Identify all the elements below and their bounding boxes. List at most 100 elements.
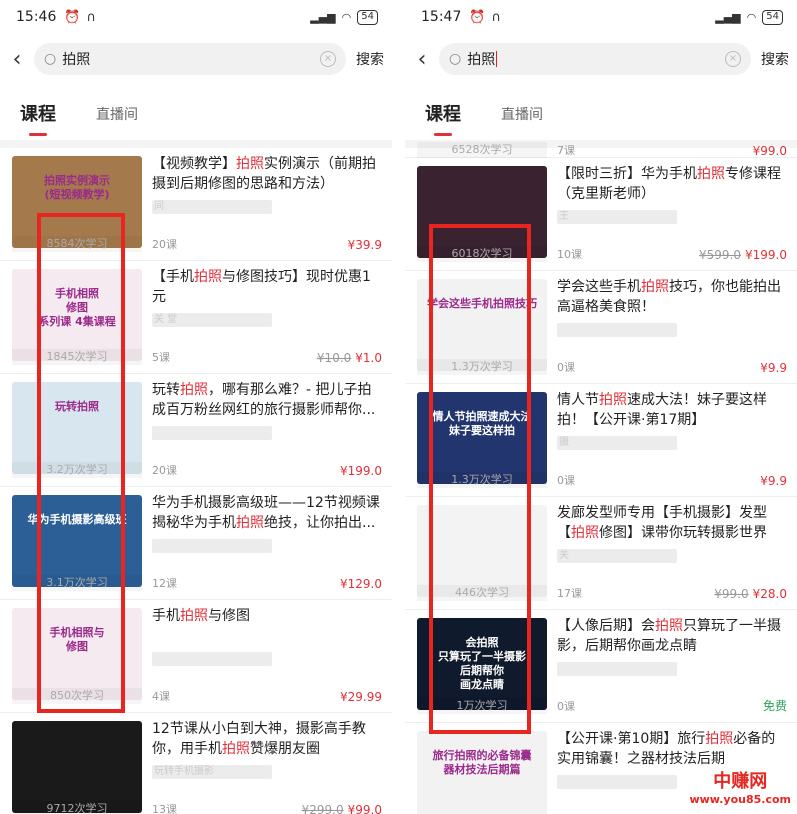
price-group: ¥199.0 <box>340 464 382 478</box>
title-text: 赞爆朋友圈 <box>250 741 320 757</box>
title-highlight: 拍照 <box>222 741 250 757</box>
price: ¥199.0 <box>340 464 382 478</box>
original-price: ¥99.0 <box>714 587 749 601</box>
title-highlight: 拍照 <box>236 156 264 172</box>
author-name-blurred <box>152 539 272 553</box>
title-text: 【手机 <box>152 269 194 285</box>
battery-indicator: 54 <box>357 9 378 25</box>
price-group: ¥299.0 ¥99.0 <box>302 803 382 814</box>
search-button[interactable]: 搜索 <box>356 49 384 69</box>
title-highlight: 拍照 <box>655 618 683 634</box>
lesson-count: 4课 <box>152 690 170 703</box>
course-title: 学会这些手机拍照技巧，你也能拍出高逼格美食照！ <box>557 277 787 317</box>
back-arrow-icon[interactable]: ‹ <box>6 47 28 72</box>
alarm-icon: ⏰ <box>64 9 81 25</box>
title-highlight: 拍照 <box>180 608 208 624</box>
course-title: 【手机拍照与修图技巧】现时优惠1元 <box>152 267 382 307</box>
lesson-count: 13课 <box>152 803 177 814</box>
lesson-count: 0课 <box>557 700 575 713</box>
search-icon: ○ <box>44 51 57 67</box>
course-item[interactable]: 9712次学习 12节课从小白到大神，摄影高手教你，用手机拍照赞爆朋友圈 玩转手机摄… <box>0 713 392 814</box>
author-name-blurred <box>152 426 272 440</box>
clear-icon[interactable]: × <box>725 51 741 67</box>
lesson-count: 0课 <box>557 361 575 374</box>
price: ¥39.9 <box>347 238 382 252</box>
highlight-rectangle <box>37 213 125 713</box>
course-title: 【限时三折】华为手机拍照专修课程（克里斯老师） <box>557 164 787 204</box>
course-thumbnail <box>12 721 142 813</box>
price-group: ¥599.0 ¥199.0 <box>699 248 787 262</box>
original-price: ¥10.0 <box>316 351 352 365</box>
status-bar: 15:47 ⏰ ∩ ▂▄▆ ◠ 54 <box>405 0 797 34</box>
search-bar: ‹ ○ 拍照 × 搜索 <box>405 34 797 84</box>
back-arrow-icon[interactable]: ‹ <box>411 47 433 72</box>
author-name-blurred <box>557 323 677 337</box>
title-highlight: 拍照 <box>599 392 627 408</box>
price: ¥99.0 <box>347 803 382 814</box>
wifi-icon: ◠ <box>341 10 352 24</box>
lesson-count: 20课 <box>152 238 177 251</box>
course-title: 手机拍照与修图 <box>152 606 382 626</box>
search-button[interactable]: 搜索 <box>761 49 789 69</box>
highlight-rectangle <box>429 224 531 734</box>
course-title: 【人像后期】会拍照只算玩了一半摄影，后期帮你画龙点睛 <box>557 616 787 656</box>
tab-live-rooms[interactable]: 直播间 <box>96 104 138 140</box>
title-text: 【公开课·第10期】旅行 <box>557 731 706 747</box>
price-group: 免费 <box>763 697 787 714</box>
title-text: 手机 <box>152 608 180 624</box>
search-input[interactable]: ○ 拍照 × <box>34 43 346 75</box>
price-group: ¥29.99 <box>340 690 382 704</box>
tab-courses[interactable]: 课程 <box>20 100 56 140</box>
author-name: 关 堂 <box>152 313 272 327</box>
search-query: 拍照 <box>62 52 91 68</box>
text-cursor <box>496 51 498 67</box>
course-title: 玩转拍照，哪有那么难？- 把儿子拍成百万粉丝网红的旅行摄影师帮你... <box>152 380 382 420</box>
title-text: 情人节 <box>557 392 599 408</box>
price: ¥9.9 <box>760 361 787 375</box>
headset-icon: ∩ <box>86 9 97 25</box>
lesson-count: 10课 <box>557 248 582 261</box>
author-name: 间 <box>152 200 272 214</box>
course-title: 华为手机摄影高级班——12节视频课揭秘华为手机拍照绝技，让你拍出... <box>152 493 382 533</box>
price-group: ¥10.0 ¥1.0 <box>317 351 382 365</box>
title-text: 学会这些手机 <box>557 279 641 295</box>
author-name: 摄 <box>557 436 677 450</box>
author-name: 玩转手机摄影 <box>152 765 272 779</box>
lesson-count: 0课 <box>557 474 575 487</box>
author-name: 王 <box>557 210 677 224</box>
title-highlight: 拍照 <box>180 382 208 398</box>
list-item-partial[interactable]: 6528次学习 7课 ¥99.0 <box>405 142 797 158</box>
title-text: 绝技，让你拍出... <box>264 515 376 531</box>
price-group: ¥39.9 <box>348 238 382 252</box>
tab-live-rooms[interactable]: 直播间 <box>501 104 543 140</box>
original-price: ¥299.0 <box>301 803 344 814</box>
price: ¥28.0 <box>752 587 787 601</box>
author-name-blurred <box>557 775 677 789</box>
title-highlight: 拍照 <box>705 731 734 747</box>
wifi-icon: ◠ <box>746 10 757 24</box>
clear-icon[interactable]: × <box>320 51 336 67</box>
title-highlight: 拍照 <box>194 269 222 285</box>
title-highlight: 拍照 <box>571 525 599 541</box>
price-group: ¥9.9 <box>760 474 787 488</box>
status-time: 15:47 <box>421 9 462 25</box>
thumbnail-caption: 拍照实例演示 (短视频教学) <box>44 174 110 201</box>
tab-bar: 课程 直播间 <box>0 84 392 140</box>
author-name: 关 <box>557 549 677 563</box>
headset-icon: ∩ <box>491 9 502 25</box>
price: ¥1.0 <box>355 351 382 365</box>
search-icon: ○ <box>449 51 462 67</box>
watermark-url: www.you85.com <box>689 793 791 806</box>
learners-count: 9712次学习 <box>12 801 142 814</box>
signal-icon: ▂▄▆ <box>310 10 336 24</box>
right-phone-screen: 15:47 ⏰ ∩ ▂▄▆ ◠ 54 ‹ ○ 拍照 × 搜索 课程 直播间 65… <box>405 0 797 814</box>
title-text: 【视频教学】 <box>152 156 236 172</box>
title-highlight: 拍照 <box>641 279 669 295</box>
learners-count: 6528次学习 <box>417 142 547 158</box>
title-highlight: 拍照 <box>236 515 264 531</box>
search-input[interactable]: ○ 拍照 × <box>439 43 751 75</box>
lesson-count: 17课 <box>557 587 582 600</box>
price-group: ¥99.0 ¥28.0 <box>714 587 787 601</box>
search-bar: ‹ ○ 拍照 × 搜索 <box>0 34 392 84</box>
tab-courses[interactable]: 课程 <box>425 100 461 140</box>
